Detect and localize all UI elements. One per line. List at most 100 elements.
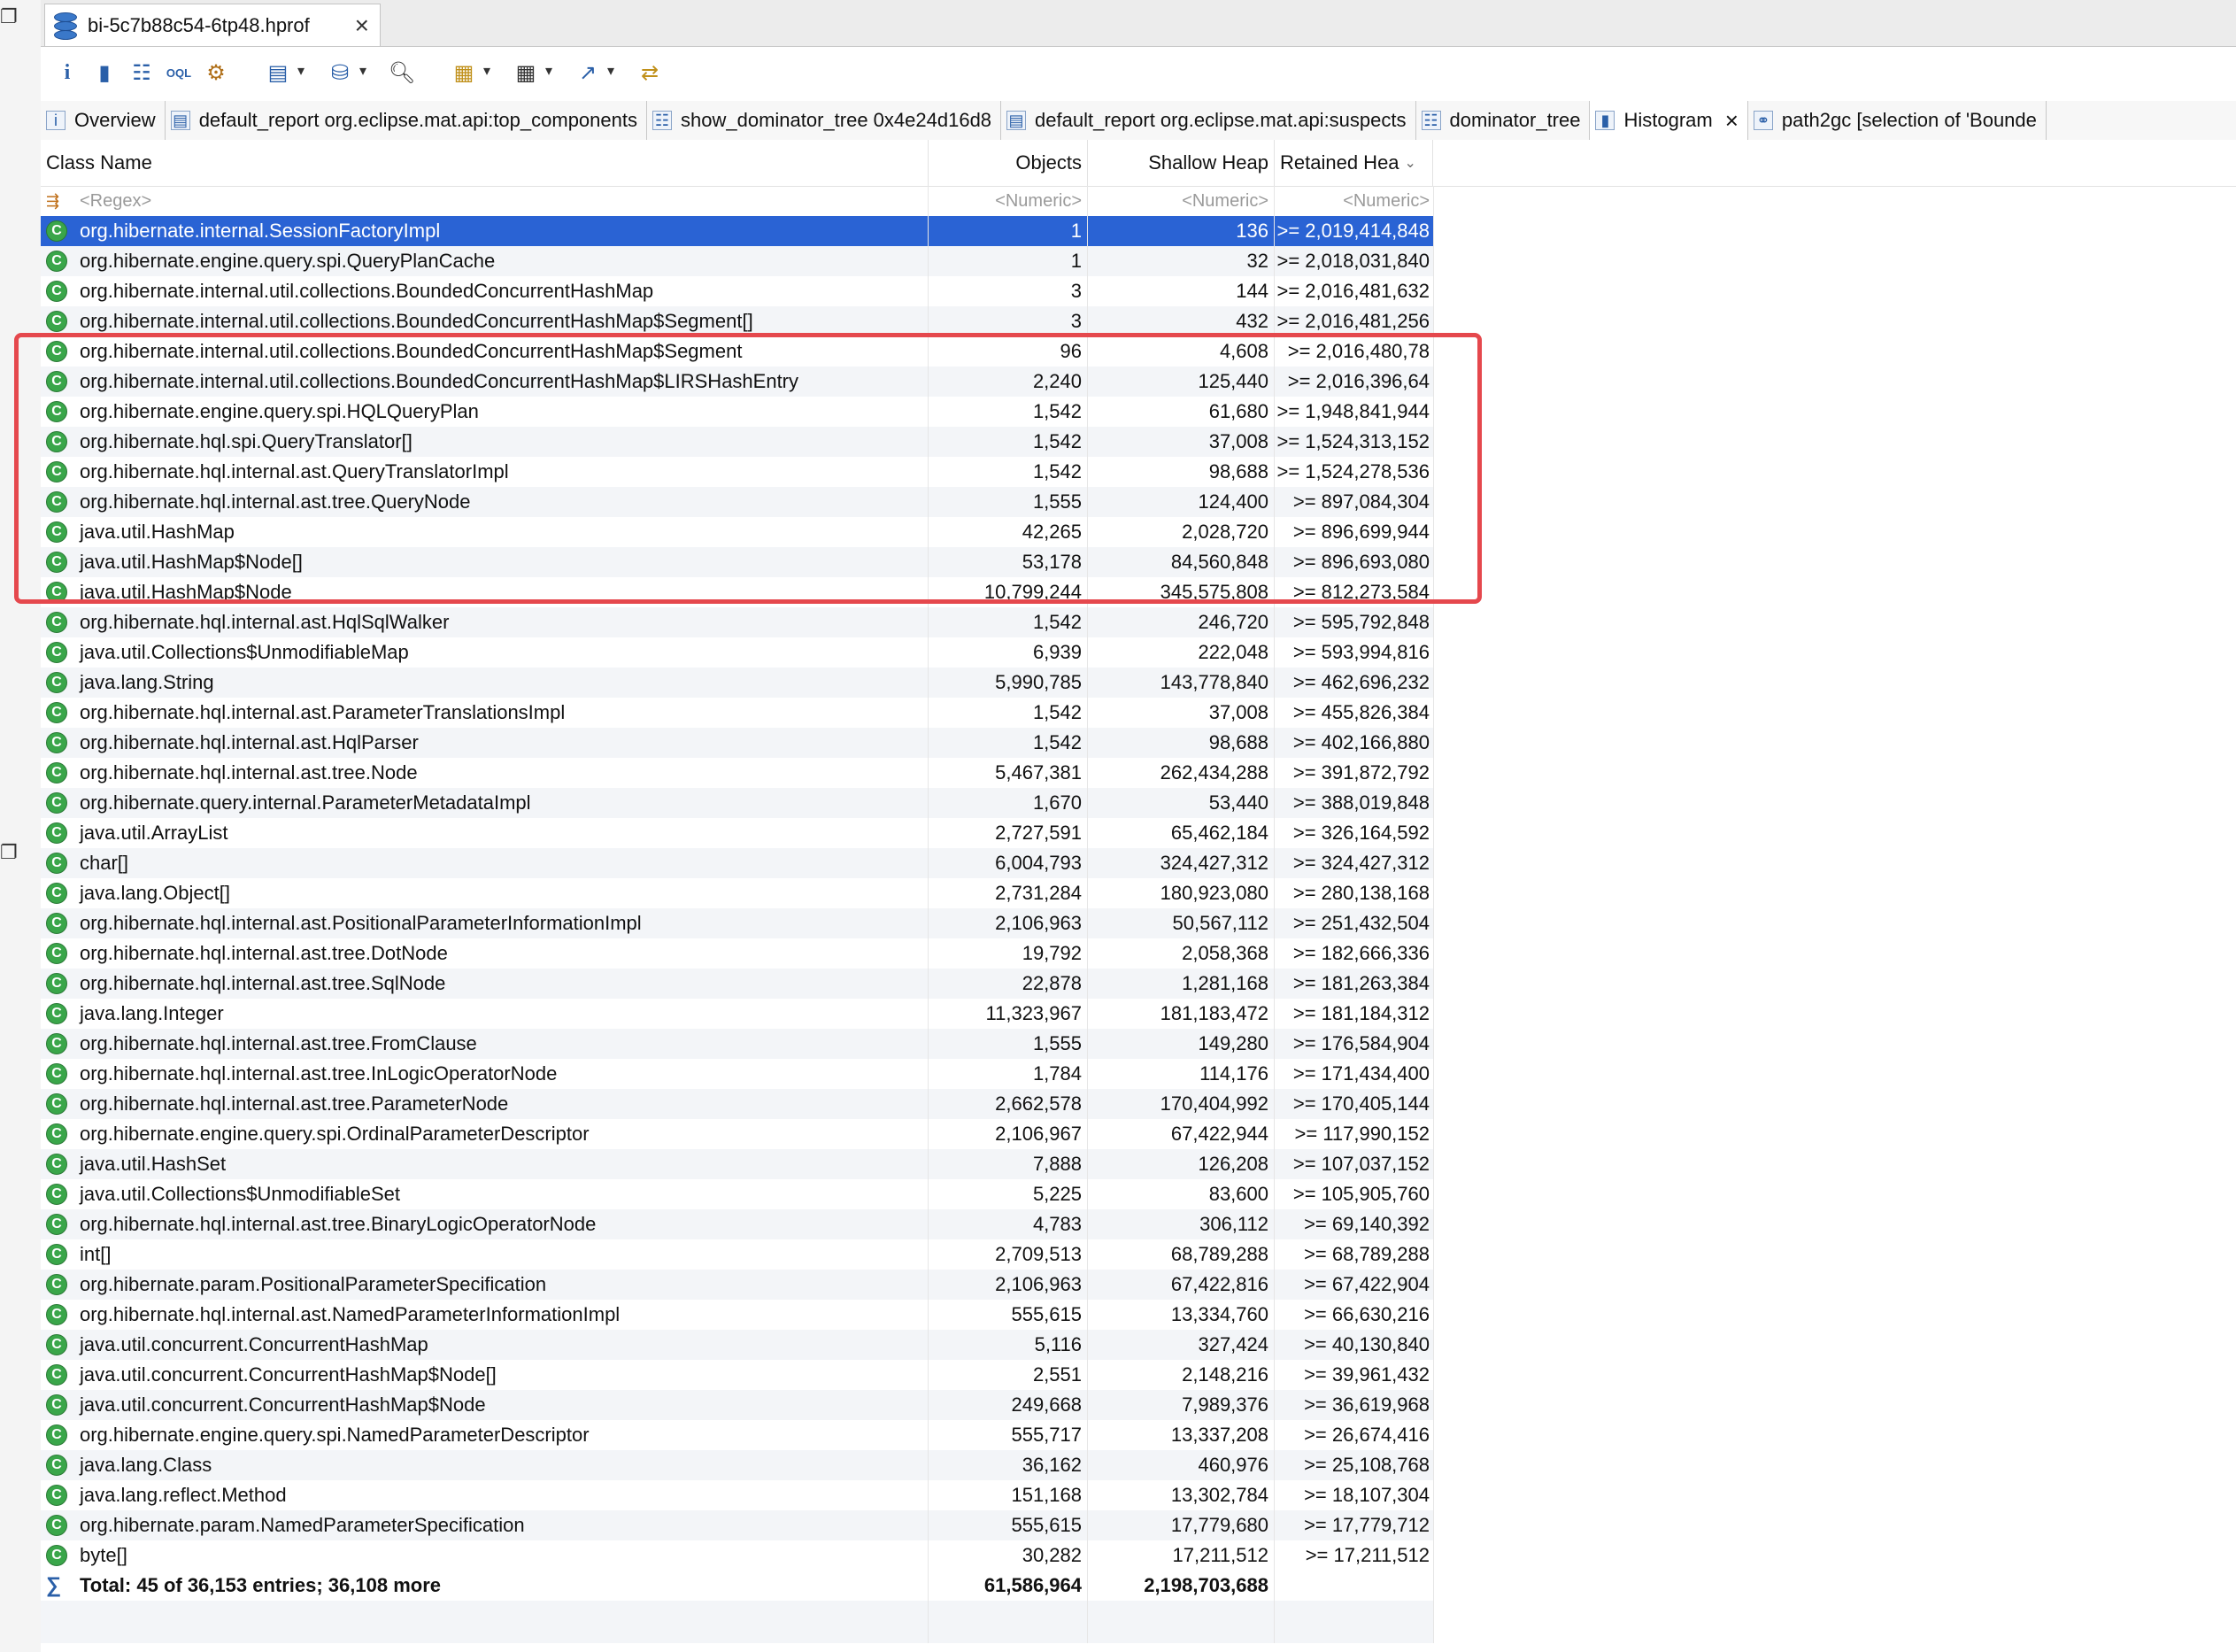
group-by-icon[interactable]: ▦ [448,57,490,89]
shallow-heap-cell: 7,989,376 [1088,1390,1275,1420]
table-row[interactable]: Cjava.util.ArrayList 2,727,591 65,462,184 >… [41,818,1434,848]
table-row[interactable]: Corg.hibernate.engine.query.spi.OrdinalP… [41,1119,1434,1149]
table-row[interactable]: Corg.hibernate.hql.internal.ast.Paramete… [41,698,1434,728]
shallow-heap-cell: 324,427,312 [1088,848,1275,878]
path-icon: ⚭ [1753,111,1773,130]
table-row[interactable]: Corg.hibernate.hql.internal.ast.tree.Sql… [41,969,1434,999]
tab-dominator-tree[interactable]: ☷ dominator_tree [1416,101,1591,140]
table-row[interactable]: Corg.hibernate.hql.internal.ast.Position… [41,908,1434,938]
close-icon[interactable]: × [355,12,369,38]
table-row[interactable]: Corg.hibernate.hql.spi.QueryTranslator[]… [41,427,1434,457]
class-name-filter[interactable]: ⇶ <Regex> [41,186,929,216]
calculator-icon[interactable]: ▦ [510,57,552,89]
table-row[interactable]: Corg.hibernate.query.internal.ParameterM… [41,788,1434,818]
class-icon: C [46,1424,67,1446]
table-row[interactable]: Corg.hibernate.hql.internal.ast.tree.Par… [41,1089,1434,1119]
table-row[interactable]: Corg.hibernate.hql.internal.ast.tree.Dot… [41,938,1434,969]
export-icon[interactable]: ↗ [572,57,614,89]
table-row[interactable]: Cjava.util.HashMap$Node 10,799,244 345,575… [41,577,1434,607]
tab-default-report[interactable]: ▤ default_report org.eclipse.mat.api:susp… [1001,101,1416,140]
table-row[interactable]: Corg.hibernate.hql.internal.ast.QueryTra… [41,457,1434,487]
tree-icon: ☷ [1421,111,1441,130]
shallow-heap-cell: 13,337,208 [1088,1420,1275,1450]
tab-histogram[interactable]: ▮ Histogram × [1590,101,1748,140]
restore-icon[interactable]: ❐ [0,5,18,28]
table-row[interactable]: Cjava.util.HashSet 7,888 126,208 >= 107,037… [41,1149,1434,1179]
table-row[interactable]: Corg.hibernate.engine.query.spi.NamedPar… [41,1420,1434,1450]
shallow-heap-cell: 50,567,112 [1088,908,1275,938]
table-row[interactable]: Cjava.util.concurrent.ConcurrentHashMap$… [41,1390,1434,1420]
search-icon[interactable]: 🔍︎ [386,57,418,89]
histogram-icon[interactable]: ▮ [89,57,120,89]
gear-icon[interactable]: ⚙ [200,57,232,89]
table-row[interactable]: Cjava.util.Collections$UnmodifiableMap 6,… [41,637,1434,668]
class-icon: C [46,612,67,633]
shallow-heap-cell: 83,600 [1088,1179,1275,1209]
compare-icon[interactable]: ⇄ [634,57,666,89]
table-row[interactable]: Corg.hibernate.hql.internal.ast.tree.Nod… [41,758,1434,788]
class-name: org.hibernate.hql.internal.ast.Positiona… [80,912,642,934]
class-icon: C [46,1123,67,1145]
info-icon[interactable]: i [51,57,83,89]
close-icon[interactable]: × [1725,107,1739,135]
retained-heap-filter[interactable]: <Numeric> [1275,186,1434,216]
table-row[interactable]: Cjava.util.HashMap$Node[] 53,178 84,560,84… [41,547,1434,577]
class-name: org.hibernate.hql.internal.ast.HqlParser [80,731,419,753]
table-row[interactable]: Corg.hibernate.hql.internal.ast.tree.Que… [41,487,1434,517]
table-row[interactable]: Corg.hibernate.internal.SessionFactoryIm… [41,216,1434,246]
table-row[interactable]: Corg.hibernate.hql.internal.ast.HqlParse… [41,728,1434,758]
tab-path2gc[interactable]: ⚭ path2gc [selection of 'Bounde [1748,101,2047,140]
table-row[interactable]: Corg.hibernate.hql.internal.ast.tree.Bin… [41,1209,1434,1239]
table-row[interactable]: Corg.hibernate.engine.query.spi.QueryPla… [41,246,1434,276]
table-row[interactable]: Corg.hibernate.hql.internal.ast.tree.Fro… [41,1029,1434,1059]
table-row[interactable]: Corg.hibernate.internal.util.collections… [41,306,1434,336]
file-tab[interactable]: bi-5c7b88c54-6tp48.hprof × [44,4,381,46]
class-name: org.hibernate.engine.query.spi.QueryPlan… [80,250,496,272]
oql-icon[interactable]: OQL [163,57,195,89]
table-row[interactable]: Cint[] 2,709,513 68,789,288 >= 68,789,288 [41,1239,1434,1270]
retained-heap-cell: >= 39,961,432 [1275,1360,1434,1390]
column-shallow-heap[interactable]: Shallow Heap [1088,140,1275,186]
table-row[interactable]: Cchar[] 6,004,793 324,427,312 >= 324,427,31… [41,848,1434,878]
column-class-name[interactable]: Class Name [41,140,929,186]
table-row[interactable]: Cjava.lang.Class 36,162 460,976 >= 25,108,7… [41,1450,1434,1480]
shallow-heap-filter[interactable]: <Numeric> [1088,186,1275,216]
dominator-tree-icon[interactable]: ☷ [126,57,158,89]
table-row[interactable]: Corg.hibernate.engine.query.spi.HQLQuery… [41,397,1434,427]
table-row[interactable]: Corg.hibernate.hql.internal.ast.NamedPar… [41,1300,1434,1330]
query-browser-icon[interactable]: ⛁ [324,57,366,89]
table-row[interactable]: Corg.hibernate.hql.internal.ast.tree.InL… [41,1059,1434,1089]
table-row[interactable]: Corg.hibernate.param.NamedParameterSpeci… [41,1510,1434,1540]
tab-default-report[interactable]: ▤ default_report org.eclipse.mat.api:top_… [166,101,647,140]
table-row[interactable]: Corg.hibernate.internal.util.collections… [41,367,1434,397]
table-row[interactable]: Cbyte[] 30,282 17,211,512 >= 17,211,512 [41,1540,1434,1571]
table-row[interactable]: Cjava.lang.reflect.Method 151,168 13,302,7… [41,1480,1434,1510]
table-row[interactable]: Cjava.util.HashMap 42,265 2,028,720 >= 896,… [41,517,1434,547]
shallow-heap-cell: 68,789,288 [1088,1239,1275,1270]
table-row[interactable]: Corg.hibernate.internal.util.collections… [41,276,1434,306]
shallow-heap-cell: 345,575,808 [1088,577,1275,607]
column-retained-heap[interactable]: Retained Hea ⌄ [1275,140,1433,186]
table-row[interactable]: Cjava.util.concurrent.ConcurrentHashMap$… [41,1360,1434,1390]
table-row[interactable]: Cjava.lang.String 5,990,785 143,778,840 >= … [41,668,1434,698]
objects-cell: 5,467,381 [929,758,1088,788]
tab-overview[interactable]: i Overview [41,101,166,140]
tab-show-dominator-tree[interactable]: ☷ show_dominator_tree 0x4e24d16d8 [647,101,1002,140]
retained-heap-cell: >= 2,016,396,64 [1275,367,1434,397]
reports-icon[interactable]: ▤ [262,57,305,89]
table-row[interactable]: Corg.hibernate.param.PositionalParameter… [41,1270,1434,1300]
table-row[interactable]: Cjava.util.concurrent.ConcurrentHashMap 5… [41,1330,1434,1360]
table-row[interactable]: Corg.hibernate.hql.internal.ast.HqlSqlWa… [41,607,1434,637]
table-row[interactable]: Corg.hibernate.internal.util.collections… [41,336,1434,367]
column-objects[interactable]: Objects [929,140,1088,186]
class-icon: C [46,913,67,934]
class-name: org.hibernate.hql.internal.ast.tree.Para… [80,1092,509,1115]
objects-filter[interactable]: <Numeric> [929,186,1088,216]
table-row[interactable]: Cjava.util.Collections$UnmodifiableSet 5,… [41,1179,1434,1209]
table-row[interactable]: Cjava.lang.Object[] 2,731,284 180,923,080 >… [41,878,1434,908]
restore-icon[interactable]: ❐ [0,841,18,864]
objects-cell: 42,265 [929,517,1088,547]
class-name-cell: Corg.hibernate.hql.internal.ast.tree.Sql… [41,969,929,999]
class-name: java.lang.Object[] [80,882,230,904]
table-row[interactable]: Cjava.lang.Integer 11,323,967 181,183,472 >… [41,999,1434,1029]
